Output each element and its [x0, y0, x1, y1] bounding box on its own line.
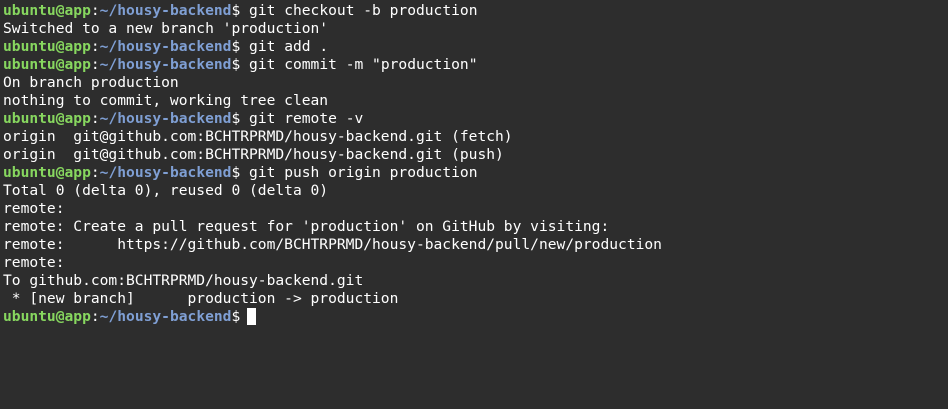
- output-text: Total 0 (delta 0), reused 0 (delta 0): [3, 182, 329, 199]
- output-line: remote:: [3, 200, 948, 218]
- prompt-path: ~/housy-backend: [99, 164, 232, 181]
- prompt-path: ~/housy-backend: [99, 56, 232, 73]
- prompt-user-host: ubuntu@app: [3, 110, 91, 127]
- prompt-separator: :: [90, 110, 100, 127]
- output-line: remote:: [3, 254, 948, 272]
- output-line: remote: https://github.com/BCHTRPRMD/hou…: [3, 236, 948, 254]
- output-line: origin git@github.com:BCHTRPRMD/housy-ba…: [3, 128, 948, 146]
- prompt-line: ubuntu@app:~/housy-backend$: [3, 308, 948, 326]
- prompt-separator: :: [90, 56, 100, 73]
- prompt-line: ubuntu@app:~/housy-backend$ git commit -…: [3, 56, 948, 74]
- prompt-line: ubuntu@app:~/housy-backend$ git remote -…: [3, 110, 948, 128]
- output-text: On branch production: [3, 74, 179, 91]
- output-line: On branch production: [3, 74, 948, 92]
- command-text: git checkout -b production: [240, 2, 478, 19]
- prompt-separator: :: [90, 164, 100, 181]
- output-text: origin git@github.com:BCHTRPRMD/housy-ba…: [3, 128, 513, 145]
- prompt-dollar: $: [231, 164, 241, 181]
- terminal-output: ubuntu@app:~/housy-backend$ git checkout…: [3, 2, 948, 326]
- prompt-user-host: ubuntu@app: [3, 38, 91, 55]
- output-text: remote: Create a pull request for 'produ…: [3, 218, 610, 235]
- prompt-separator: :: [90, 308, 100, 325]
- command-text: git push origin production: [240, 164, 478, 181]
- output-line: remote: Create a pull request for 'produ…: [3, 218, 948, 236]
- output-line: nothing to commit, working tree clean: [3, 92, 948, 110]
- prompt-user-host: ubuntu@app: [3, 308, 91, 325]
- prompt-user-host: ubuntu@app: [3, 56, 91, 73]
- command-text: git remote -v: [240, 110, 364, 127]
- output-text: remote:: [3, 254, 65, 271]
- output-line: origin git@github.com:BCHTRPRMD/housy-ba…: [3, 146, 948, 164]
- prompt-user-host: ubuntu@app: [3, 164, 91, 181]
- output-line: Switched to a new branch 'production': [3, 20, 948, 38]
- prompt-separator: :: [90, 38, 100, 55]
- prompt-dollar: $: [231, 308, 241, 325]
- output-line: Total 0 (delta 0), reused 0 (delta 0): [3, 182, 948, 200]
- output-text: * [new branch] production -> production: [3, 290, 399, 307]
- output-text: To github.com:BCHTRPRMD/housy-backend.gi…: [3, 272, 364, 289]
- terminal-cursor[interactable]: [247, 308, 257, 325]
- output-line: * [new branch] production -> production: [3, 290, 948, 308]
- prompt-path: ~/housy-backend: [99, 308, 232, 325]
- output-text: origin git@github.com:BCHTRPRMD/housy-ba…: [3, 146, 504, 163]
- output-text: nothing to commit, working tree clean: [3, 92, 329, 109]
- command-text: git add .: [240, 38, 329, 55]
- prompt-dollar: $: [231, 56, 241, 73]
- prompt-line: ubuntu@app:~/housy-backend$ git checkout…: [3, 2, 948, 20]
- output-text: remote: https://github.com/BCHTRPRMD/hou…: [3, 236, 662, 253]
- prompt-line: ubuntu@app:~/housy-backend$ git push ori…: [3, 164, 948, 182]
- prompt-path: ~/housy-backend: [99, 38, 232, 55]
- terminal-window[interactable]: ubuntu@app:~/housy-backend$ git checkout…: [0, 0, 948, 409]
- prompt-dollar: $: [231, 2, 241, 19]
- prompt-dollar: $: [231, 38, 241, 55]
- prompt-line: ubuntu@app:~/housy-backend$ git add .: [3, 38, 948, 56]
- output-text: remote:: [3, 200, 65, 217]
- prompt-path: ~/housy-backend: [99, 110, 232, 127]
- prompt-dollar: $: [231, 110, 241, 127]
- prompt-path: ~/housy-backend: [99, 2, 232, 19]
- prompt-user-host: ubuntu@app: [3, 2, 91, 19]
- prompt-separator: :: [90, 2, 100, 19]
- command-text: git commit -m "production": [240, 56, 478, 73]
- output-text: Switched to a new branch 'production': [3, 20, 329, 37]
- output-line: To github.com:BCHTRPRMD/housy-backend.gi…: [3, 272, 948, 290]
